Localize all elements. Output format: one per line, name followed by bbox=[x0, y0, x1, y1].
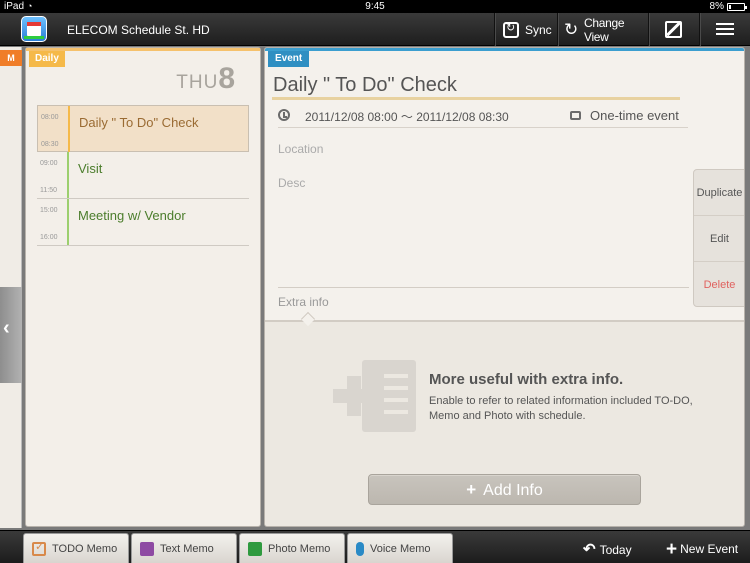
event-color-bar bbox=[67, 199, 69, 245]
extra-info-description: Enable to refer to related information i… bbox=[429, 395, 693, 422]
extra-info-label: Extra info bbox=[278, 295, 329, 309]
event-item-title: Meeting w/ Vendor bbox=[78, 208, 186, 223]
new-event-label: New Event bbox=[680, 542, 739, 556]
todo-memo-button[interactable]: TODO Memo bbox=[23, 533, 129, 563]
chevron-left-icon: ‹ bbox=[3, 317, 10, 339]
event-item-title: Daily " To Do" Check bbox=[79, 115, 199, 130]
event-start-time: 15:00 bbox=[40, 207, 58, 214]
plus-icon: + bbox=[466, 480, 477, 499]
event-start-time: 09:00 bbox=[40, 160, 58, 167]
battery-percent: 8% bbox=[709, 1, 724, 12]
event-end-time: 08:30 bbox=[41, 141, 59, 148]
extra-info-heading: More useful with extra info. bbox=[429, 371, 624, 388]
app-logo-icon bbox=[21, 16, 47, 42]
event-info-section: Event Daily " To Do" Check 2011/12/08 08… bbox=[265, 48, 744, 322]
status-bar: iPad ◔ 9:45 8% bbox=[0, 0, 750, 13]
day-of-week: THU bbox=[176, 72, 219, 93]
add-info-button[interactable]: + Add Info bbox=[368, 474, 641, 505]
app-title: ELECOM Schedule St. HD bbox=[67, 23, 210, 37]
delete-button[interactable]: Delete bbox=[694, 262, 744, 308]
event-detail-panel: Event Daily " To Do" Check 2011/12/08 08… bbox=[264, 47, 745, 527]
plus-icon: + bbox=[666, 539, 678, 560]
clock-icon bbox=[278, 109, 290, 121]
camera-icon bbox=[248, 541, 262, 556]
menu-icon bbox=[716, 22, 734, 37]
text-memo-button[interactable]: Text Memo bbox=[131, 533, 237, 563]
event-item[interactable]: 15:00 16:00 Meeting w/ Vendor bbox=[37, 199, 249, 246]
section-divider bbox=[265, 320, 744, 322]
title-underline bbox=[272, 97, 680, 100]
text-memo-label: Text Memo bbox=[160, 542, 214, 555]
event-accent-line bbox=[265, 48, 744, 51]
duplicate-button[interactable]: Duplicate bbox=[694, 170, 744, 216]
event-repeat-label: One-time event bbox=[590, 108, 679, 123]
event-item[interactable]: 09:00 11:50 Visit bbox=[37, 152, 249, 199]
sync-icon bbox=[503, 21, 519, 38]
return-arrow-icon: ↶ bbox=[583, 541, 596, 558]
add-extra-info-icon bbox=[333, 360, 416, 432]
event-color-bar bbox=[68, 106, 70, 152]
event-time-range: 2011/12/08 08:00 〜 2011/12/08 08:30 bbox=[305, 110, 509, 124]
divider bbox=[278, 287, 689, 288]
daily-panel: Daily THU8 08:00 08:30 Daily " To Do" Ch… bbox=[25, 47, 261, 527]
daily-date: THU8 bbox=[176, 62, 236, 96]
daily-tab[interactable]: Daily bbox=[29, 51, 65, 67]
status-time: 9:45 bbox=[365, 1, 385, 12]
new-event-button[interactable]: + New Event bbox=[666, 539, 738, 561]
bottom-toolbar: TODO Memo Text Memo Photo Memo Voice Mem… bbox=[0, 530, 750, 563]
change-view-button[interactable]: ↻ Change View bbox=[557, 13, 647, 46]
event-start-time: 08:00 bbox=[41, 114, 59, 121]
app-header: ELECOM Schedule St. HD Sync ↻ Change Vie… bbox=[0, 13, 750, 46]
photo-memo-button[interactable]: Photo Memo bbox=[239, 533, 345, 563]
month-tab[interactable]: M bbox=[0, 50, 22, 66]
location-field: Location bbox=[278, 142, 324, 156]
sync-label: Sync bbox=[525, 22, 552, 37]
voice-memo-label: Voice Memo bbox=[370, 542, 431, 555]
event-title: Daily " To Do" Check bbox=[273, 74, 457, 96]
month-panel: M ‹ bbox=[0, 47, 22, 528]
microphone-icon bbox=[356, 541, 364, 556]
event-color-bar bbox=[67, 152, 69, 198]
today-button[interactable]: ↶ Today bbox=[583, 540, 632, 558]
refresh-icon: ↻ bbox=[564, 20, 578, 39]
repeat-icon bbox=[570, 111, 581, 120]
add-info-label: Add Info bbox=[483, 482, 543, 499]
change-view-label: Change View bbox=[583, 15, 625, 44]
today-label: Today bbox=[599, 543, 632, 557]
day-number: 8 bbox=[218, 62, 236, 95]
event-item[interactable]: 08:00 08:30 Daily " To Do" Check bbox=[37, 105, 249, 152]
event-item-title: Visit bbox=[78, 161, 103, 176]
todo-memo-label: TODO Memo bbox=[52, 542, 118, 555]
menu-button[interactable] bbox=[699, 13, 750, 46]
note-icon bbox=[140, 541, 154, 556]
battery-icon bbox=[727, 3, 747, 11]
event-time-row: 2011/12/08 08:00 〜 2011/12/08 08:30 One-… bbox=[278, 106, 688, 128]
sync-button[interactable]: Sync bbox=[494, 13, 556, 46]
previous-panel-button[interactable]: ‹ bbox=[0, 287, 22, 383]
daily-event-list: 08:00 08:30 Daily " To Do" Check 09:00 1… bbox=[37, 105, 249, 246]
pencil-icon bbox=[665, 21, 682, 38]
checkbox-icon bbox=[32, 540, 46, 556]
edit-mode-button[interactable] bbox=[648, 13, 698, 46]
edit-button[interactable]: Edit bbox=[694, 216, 744, 262]
event-end-time: 16:00 bbox=[40, 234, 58, 241]
voice-memo-button[interactable]: Voice Memo bbox=[347, 533, 453, 563]
event-actions: Duplicate Edit Delete bbox=[693, 169, 744, 308]
description-field: Desc bbox=[278, 176, 306, 190]
event-end-time: 11:50 bbox=[40, 187, 57, 194]
event-tab[interactable]: Event bbox=[268, 51, 310, 67]
photo-memo-label: Photo Memo bbox=[268, 542, 331, 555]
